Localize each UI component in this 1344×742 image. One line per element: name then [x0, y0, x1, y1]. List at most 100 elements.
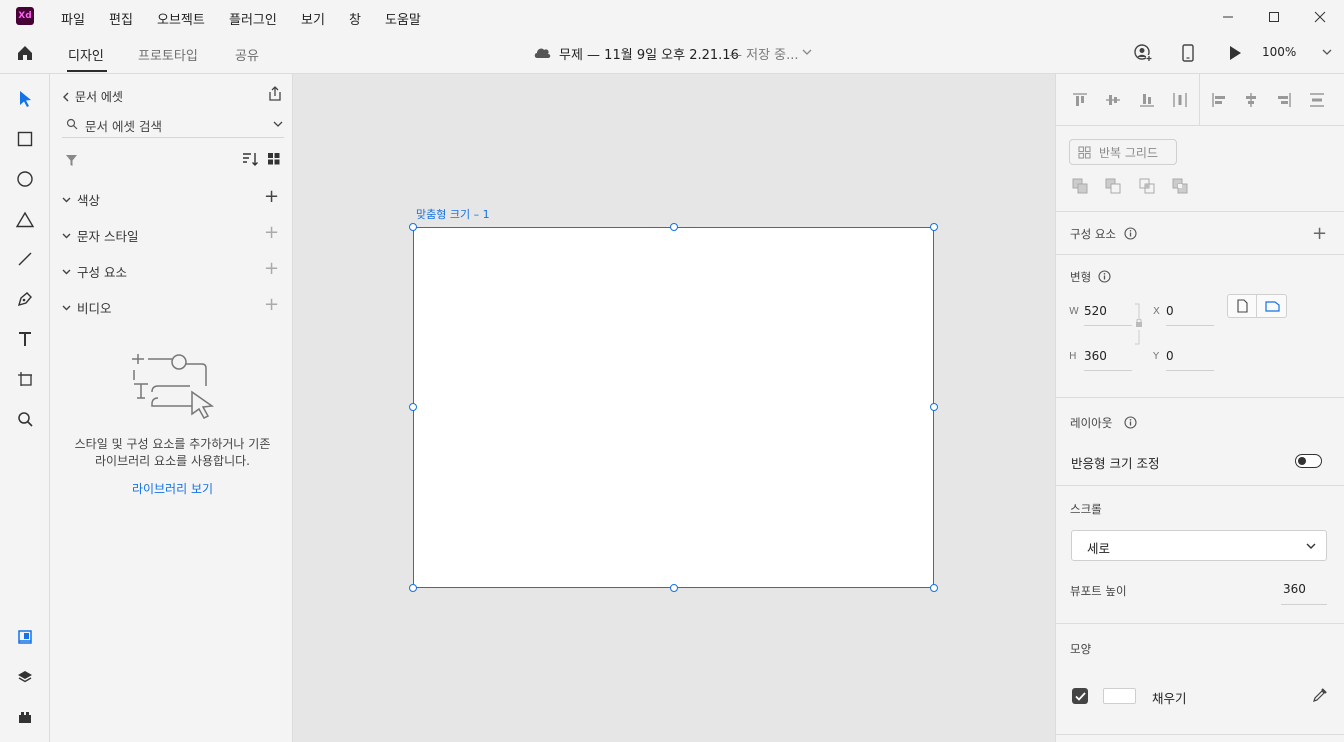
- add-component-state-button[interactable]: +: [1312, 225, 1327, 243]
- add-character-style-button[interactable]: +: [264, 224, 279, 242]
- align-right-icon[interactable]: [1276, 92, 1292, 108]
- boolean-subtract-icon[interactable]: [1105, 178, 1121, 194]
- zoom-tool[interactable]: [14, 408, 36, 430]
- menu-edit[interactable]: 편집: [109, 9, 133, 28]
- tab-prototype[interactable]: 프로토타입: [138, 45, 198, 64]
- align-middle-icon[interactable]: [1105, 92, 1121, 108]
- plugins-button[interactable]: [14, 706, 36, 728]
- pen-tool[interactable]: [14, 288, 36, 310]
- tab-share[interactable]: 공유: [235, 45, 259, 64]
- invite-user-button[interactable]: [1134, 44, 1152, 62]
- view-libraries-link[interactable]: 라이브러리 보기: [65, 480, 280, 497]
- layers-button[interactable]: [14, 666, 36, 688]
- menu-help[interactable]: 도움말: [385, 9, 421, 28]
- chevron-down-icon: [62, 305, 71, 310]
- portrait-button[interactable]: [1228, 295, 1257, 317]
- align-bottom-icon[interactable]: [1139, 92, 1155, 108]
- info-icon[interactable]: [1124, 416, 1137, 429]
- align-top-icon[interactable]: [1072, 92, 1088, 108]
- chevron-down-icon[interactable]: [802, 49, 812, 56]
- distribute-horizontal-icon[interactable]: [1172, 92, 1188, 108]
- add-color-button[interactable]: +: [264, 188, 279, 206]
- boolean-intersect-icon[interactable]: [1139, 178, 1155, 194]
- menu-view[interactable]: 보기: [301, 9, 325, 28]
- width-underline: [1084, 325, 1132, 326]
- device-preview-button[interactable]: [1181, 44, 1195, 62]
- landscape-page-icon: [1265, 300, 1280, 312]
- height-label: H: [1069, 351, 1077, 362]
- y-input[interactable]: 0: [1166, 349, 1174, 363]
- zoom-level[interactable]: 100%: [1262, 45, 1296, 59]
- resize-handle-top-left[interactable]: [409, 223, 417, 231]
- play-preview-button[interactable]: [1227, 45, 1243, 61]
- resize-handle-bottom-right[interactable]: [930, 584, 938, 592]
- assets-back-button[interactable]: 문서 에셋: [62, 88, 123, 105]
- menu-file[interactable]: 파일: [61, 9, 85, 28]
- boolean-exclude-icon[interactable]: [1172, 178, 1188, 194]
- info-icon[interactable]: [1124, 227, 1137, 240]
- artboard[interactable]: [413, 227, 934, 588]
- add-component-button[interactable]: +: [264, 260, 279, 278]
- save-status: — 저장 중...: [729, 48, 799, 63]
- search-icon: [66, 118, 78, 130]
- resize-handle-left[interactable]: [409, 403, 417, 411]
- repeat-grid-button[interactable]: 반복 그리드: [1069, 139, 1177, 165]
- grid-view-button[interactable]: [267, 152, 280, 165]
- chevron-down-icon: [62, 233, 71, 238]
- close-button[interactable]: [1311, 8, 1329, 26]
- info-icon[interactable]: [1098, 270, 1111, 283]
- section-components[interactable]: 구성 요소: [62, 262, 127, 281]
- text-tool[interactable]: [14, 328, 36, 350]
- viewport-height-input[interactable]: 360: [1283, 582, 1306, 596]
- fill-color-swatch[interactable]: [1103, 688, 1136, 704]
- home-button[interactable]: [16, 44, 34, 62]
- export-assets-button[interactable]: [267, 86, 283, 102]
- sort-button[interactable]: [242, 152, 258, 167]
- align-center-icon[interactable]: [1243, 92, 1259, 108]
- menu-window[interactable]: 창: [349, 9, 361, 28]
- maximize-button[interactable]: [1265, 8, 1283, 26]
- section-character-styles[interactable]: 문자 스타일: [62, 226, 138, 245]
- rectangle-tool[interactable]: [14, 128, 36, 150]
- resize-handle-bottom-left[interactable]: [409, 584, 417, 592]
- section-video[interactable]: 비디오: [62, 298, 112, 317]
- width-input[interactable]: 520: [1084, 304, 1107, 318]
- add-video-button[interactable]: +: [264, 296, 279, 314]
- line-tool[interactable]: [14, 248, 36, 270]
- resize-handle-bottom[interactable]: [670, 584, 678, 592]
- menu-object[interactable]: 오브젝트: [157, 9, 205, 28]
- tab-design[interactable]: 디자인: [68, 45, 104, 64]
- artboard-tool[interactable]: [14, 368, 36, 390]
- section-colors[interactable]: 색상: [62, 190, 100, 209]
- sort-icon: [243, 153, 258, 166]
- resize-handle-right[interactable]: [930, 403, 938, 411]
- eyedropper-icon[interactable]: [1312, 687, 1328, 703]
- artboard-title[interactable]: 맞춤형 크기 – 1: [416, 206, 490, 222]
- document-title[interactable]: 무제 — 11월 9일 오후 2.21.16: [559, 44, 739, 63]
- document-assets-button[interactable]: [14, 626, 36, 648]
- property-inspector: 반복 그리드 구성 요소 + 변형 W 520 X 0 H 360 Y 0 레이…: [1055, 74, 1344, 742]
- resize-handle-top[interactable]: [670, 223, 678, 231]
- x-input[interactable]: 0: [1166, 304, 1174, 318]
- distribute-vertical-icon[interactable]: [1309, 92, 1325, 108]
- search-chevron-down-icon[interactable]: [273, 121, 283, 128]
- landscape-button[interactable]: [1258, 295, 1287, 317]
- divider: [1056, 125, 1344, 126]
- height-input[interactable]: 360: [1084, 349, 1107, 363]
- minimize-button[interactable]: [1219, 8, 1237, 26]
- align-divider: [1199, 74, 1200, 125]
- boolean-add-icon[interactable]: [1072, 178, 1088, 194]
- polygon-tool[interactable]: [14, 208, 36, 230]
- resize-handle-top-right[interactable]: [930, 223, 938, 231]
- assets-search-box[interactable]: 문서 에셋 검색: [62, 112, 284, 138]
- align-left-icon[interactable]: [1211, 92, 1227, 108]
- responsive-resize-toggle[interactable]: [1295, 454, 1322, 468]
- ellipse-tool[interactable]: [14, 168, 36, 190]
- zoom-chevron-down-icon[interactable]: [1322, 49, 1332, 56]
- filter-button[interactable]: [65, 154, 78, 167]
- menu-plugins[interactable]: 플러그인: [229, 9, 277, 28]
- select-tool[interactable]: [14, 88, 36, 110]
- lock-aspect-icon[interactable]: [1133, 302, 1145, 346]
- fill-checkbox[interactable]: [1072, 688, 1088, 704]
- scroll-direction-select[interactable]: 세로: [1071, 530, 1327, 561]
